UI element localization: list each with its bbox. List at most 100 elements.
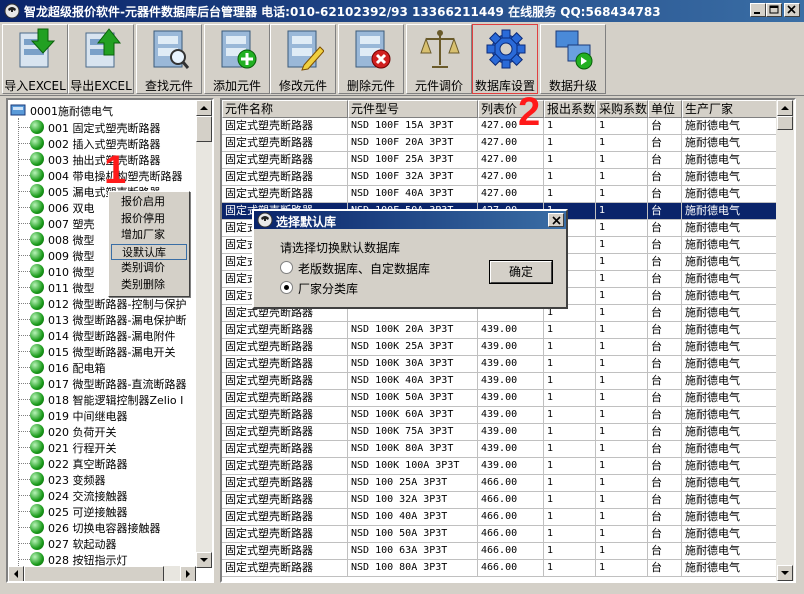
table-row[interactable]: 固定式塑壳断路器 NSD 100K 75A 3P3T 439.00 1 1 台施耐德电气 [222,424,778,441]
context-menu-item[interactable]: 报价停用 [111,211,187,227]
tree-item[interactable]: 022 真空断路器 [8,455,203,471]
table-row[interactable]: 固定式塑壳断路器 NSD 100F 32A 3P3T 427.00 1 1 台施耐德电气 [222,169,778,186]
tree-item[interactable]: 023 变频器 [8,471,203,487]
tree-connector [18,367,30,368]
context-menu-item[interactable]: 类别删除 [111,277,187,293]
context-menu-item[interactable]: 设默认库 [111,243,187,260]
table-row[interactable]: 固定式塑壳断路器 NSD 100K 30A 3P3T 439.00 1 1 台施耐德电气 [222,356,778,373]
category-icon [30,248,44,262]
radio-legacy-db[interactable] [280,261,293,274]
tree-item[interactable]: 016 配电箱 [8,359,203,375]
ok-button[interactable]: 确定 [489,260,553,284]
radio-vendor-db[interactable] [280,281,293,294]
table-cell: 施耐德电气 [682,254,778,271]
grid-scroll-down-button[interactable] [777,565,793,581]
tree-item[interactable]: 026 切换电容器接触器 [8,519,203,535]
tree-item[interactable]: 001 固定式塑壳断路器 [8,119,203,135]
table-cell: 1 [596,509,648,526]
dialog-close-button[interactable] [548,213,564,227]
close-button[interactable] [784,3,800,17]
table-row[interactable]: 固定式塑壳断路器 NSD 100F 25A 3P3T 427.00 1 1 台施耐德电气 [222,152,778,169]
component-grid[interactable]: 元件名称 元件型号 列表价 报出系数 采购系数 单位 生产厂家 固定式塑壳断路器 NSD 10… [220,98,796,583]
table-cell: NSD 100F 15A 3P3T [348,118,478,135]
tree-connector [18,287,30,288]
tree-item[interactable]: 019 中间继电器 [8,407,203,423]
tree-item[interactable]: 013 微型断路器-漏电保护断 [8,311,203,327]
tree-item[interactable]: 012 微型断路器-控制与保护 [8,295,203,311]
tree-item[interactable]: 025 可逆接触器 [8,503,203,519]
table-row[interactable]: 固定式塑壳断路器 NSD 100 63A 3P3T 466.00 1 1 台施耐德电气 [222,543,778,560]
tree-scroll-up-button[interactable] [196,100,212,116]
table-row[interactable]: 固定式塑壳断路器 NSD 100K 20A 3P3T 439.00 1 1 台施耐德电气 [222,322,778,339]
table-cell: NSD 100 50A 3P3T [348,526,478,543]
column-header[interactable]: 生产厂家 [682,100,778,118]
tree-item[interactable]: 028 按钮指示灯 [8,551,203,567]
column-header[interactable]: 元件名称 [222,100,348,118]
tree-item[interactable]: 024 交流接触器 [8,487,203,503]
table-cell: 台 [648,186,682,203]
tree-item-label: 027 软起动器 [48,538,117,551]
tree-item[interactable]: 015 微型断路器-漏电开关 [8,343,203,359]
radio-legacy-db-label[interactable]: 老版数据库、自定数据库 [298,260,430,277]
maximize-button[interactable] [766,3,782,17]
table-row[interactable]: 固定式塑壳断路器 NSD 100 50A 3P3T 466.00 1 1 台施耐德电气 [222,526,778,543]
data-upgrade-button[interactable]: 数据升级 [540,24,606,94]
context-menu-item[interactable]: 增加厂家 [111,227,187,243]
tree-item[interactable]: 027 软起动器 [8,535,203,551]
database-settings-button[interactable]: 数据库设置 [472,24,538,94]
adjust-price-button[interactable]: 元件调价 [406,24,472,94]
tree-scroll-right-button[interactable] [180,566,196,581]
table-cell: NSD 100F 20A 3P3T [348,135,478,152]
tree-item[interactable]: 021 行程开关 [8,439,203,455]
export-excel-button[interactable]: 导出EXCEL [68,24,134,94]
edit-component-button[interactable]: 修改元件 [270,24,336,94]
import-excel-button[interactable]: 导入EXCEL [2,24,68,94]
category-icon [30,136,44,150]
table-row[interactable]: 固定式塑壳断路器 NSD 100K 25A 3P3T 439.00 1 1 台施耐德电气 [222,339,778,356]
table-row[interactable]: 固定式塑壳断路器 NSD 100 80A 3P3T 466.00 1 1 台施耐德电气 [222,560,778,577]
context-menu-item[interactable]: 类别调价 [111,260,187,276]
tree-item[interactable]: 020 负荷开关 [8,423,203,439]
table-cell: 439.00 [478,458,544,475]
delete-component-button[interactable]: 删除元件 [338,24,404,94]
table-row[interactable]: 固定式塑壳断路器 NSD 100K 50A 3P3T 439.00 1 1 台施耐德电气 [222,390,778,407]
column-header[interactable]: 采购系数 [596,100,648,118]
grid-vertical-scrollbar[interactable] [776,100,794,581]
table-cell: 施耐德电气 [682,509,778,526]
table-row[interactable]: 固定式塑壳断路器 NSD 100 40A 3P3T 466.00 1 1 台施耐德电气 [222,509,778,526]
column-header[interactable]: 报出系数 [544,100,596,118]
minimize-button[interactable] [750,3,766,17]
tree-scroll-left-button[interactable] [8,566,24,581]
table-cell: 固定式塑壳断路器 [222,560,348,577]
table-cell: 施耐德电气 [682,169,778,186]
table-row[interactable]: 固定式塑壳断路器 NSD 100K 100A 3P3T 439.00 1 1 台施耐德电气 [222,458,778,475]
table-cell: 固定式塑壳断路器 [222,441,348,458]
grid-scroll-up-button[interactable] [777,100,793,116]
table-row[interactable]: 固定式塑壳断路器 NSD 100 25A 3P3T 466.00 1 1 台施耐德电气 [222,475,778,492]
table-row[interactable]: 固定式塑壳断路器 NSD 100F 20A 3P3T 427.00 1 1 台施耐德电气 [222,135,778,152]
tree-scroll-down-button[interactable] [196,552,212,568]
column-header[interactable]: 单位 [648,100,682,118]
table-row[interactable]: 固定式塑壳断路器 NSD 100K 60A 3P3T 439.00 1 1 台施耐德电气 [222,407,778,424]
add-component-button[interactable]: 添加元件 [204,24,270,94]
category-icon [30,216,44,230]
find-component-button[interactable]: 查找元件 [136,24,202,94]
tree-vertical-scrollbar[interactable] [196,100,212,568]
context-menu-item[interactable]: 报价启用 [111,194,187,210]
table-row[interactable]: 固定式塑壳断路器 NSD 100 32A 3P3T 466.00 1 1 台施耐德电气 [222,492,778,509]
title-bar: 智龙超级报价软件-元器件数据库后台管理器 电话:010-62102392/93 … [0,0,804,22]
grid-scroll-thumb[interactable] [777,116,793,130]
tree-item[interactable]: 014 微型断路器-漏电附件 [8,327,203,343]
table-row[interactable]: 固定式塑壳断路器 NSD 100K 80A 3P3T 439.00 1 1 台施耐德电气 [222,441,778,458]
tree-horizontal-scrollbar[interactable] [8,566,196,581]
table-row[interactable]: 固定式塑壳断路器 NSD 100F 15A 3P3T 427.00 1 1 台施耐德电气 [222,118,778,135]
tree-item[interactable]: 017 微型断路器-直流断路器 [8,375,203,391]
table-cell: 台 [648,288,682,305]
table-row[interactable]: 固定式塑壳断路器 NSD 100K 40A 3P3T 439.00 1 1 台施耐德电气 [222,373,778,390]
tree-item[interactable]: 018 智能逻辑控制器Zelio I [8,391,203,407]
table-row[interactable]: 固定式塑壳断路器 NSD 100F 40A 3P3T 427.00 1 1 台施耐德电气 [222,186,778,203]
tree-scroll-thumb[interactable] [196,116,212,142]
tree-hscroll-thumb[interactable] [24,566,164,581]
column-header[interactable]: 元件型号 [348,100,478,118]
radio-vendor-db-label[interactable]: 厂家分类库 [298,280,358,297]
